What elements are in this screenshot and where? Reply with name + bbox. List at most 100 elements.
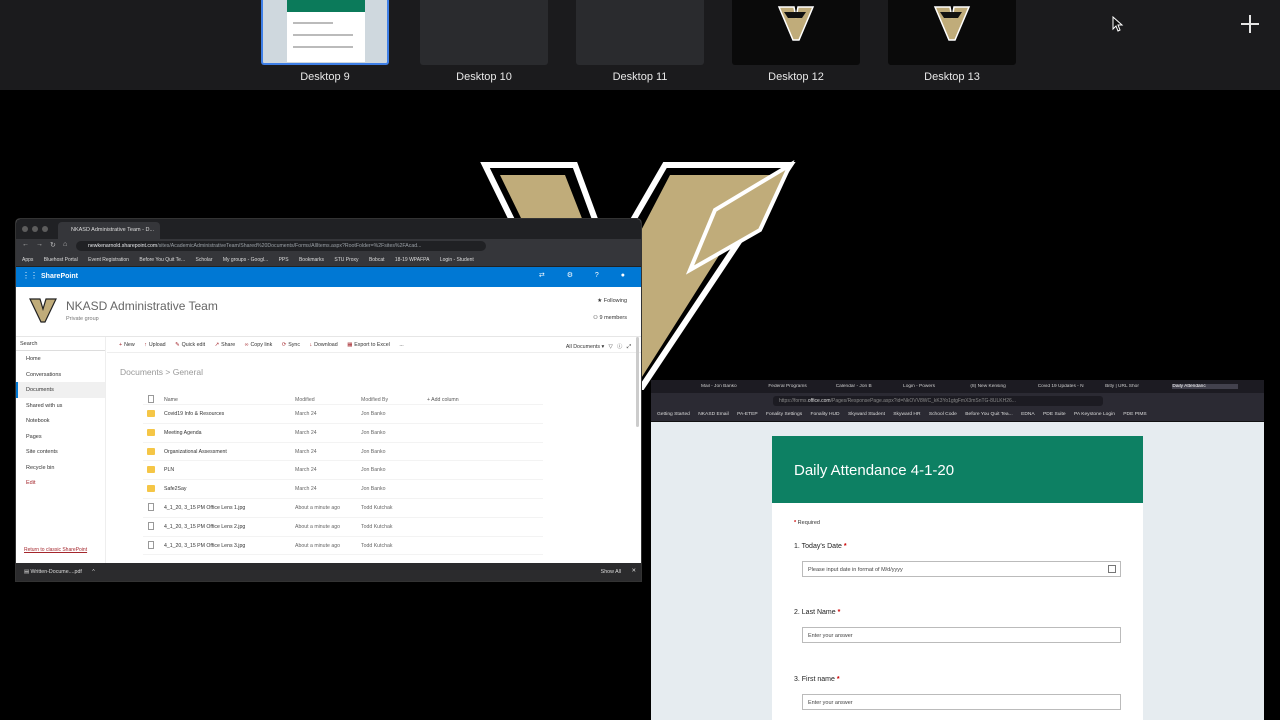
desktop-9-space[interactable]: Desktop 9	[261, 0, 389, 83]
bookmark-item[interactable]: School Code	[929, 412, 957, 417]
desktop-11-thumbnail[interactable]	[576, 0, 704, 65]
nav-item-notebook[interactable]: Notebook	[16, 413, 105, 429]
nav-item-recycle-bin[interactable]: Recycle bin	[16, 460, 105, 476]
item-name[interactable]: PLN	[164, 467, 174, 473]
quick-edit-button[interactable]: ✎ Quick edit	[175, 342, 205, 348]
nav-item-conversations[interactable]: Conversations	[16, 367, 105, 383]
suite-bar-actions[interactable]: ⇄ ⚙ ? ●	[539, 271, 635, 279]
desktop-13-space[interactable]: Desktop 13	[888, 0, 1016, 83]
new-button[interactable]: + New	[119, 342, 135, 348]
bookmark-item[interactable]: Event Registration	[88, 257, 129, 263]
bookmark-item[interactable]: PA-ETEP	[737, 412, 758, 417]
reload-icon[interactable]: ↻	[50, 241, 56, 249]
first-name-input[interactable]: Enter your answer	[802, 694, 1121, 710]
browser-tab[interactable]: Mail - Jon Banko	[701, 384, 767, 389]
members-button[interactable]: ⚇ 9 members	[593, 315, 627, 321]
table-row[interactable]: Covid19 Info & Resources March 24 Jon Ba…	[143, 405, 543, 424]
date-input[interactable]: Please input date in format of M/d/yyyy	[802, 561, 1121, 577]
bookmark-item[interactable]: Fonality HUD	[811, 412, 840, 417]
return-to-classic-link[interactable]: Return to classic SharePoint	[24, 547, 87, 553]
browser-tab[interactable]: Calendar - Jon B	[836, 384, 902, 389]
desktop-10-thumbnail[interactable]	[420, 0, 548, 65]
last-name-input[interactable]: Enter your answer	[802, 627, 1121, 643]
desktop-9-thumbnail[interactable]	[261, 0, 389, 65]
bookmark-item[interactable]: 18-19 WPAFPA	[395, 257, 430, 263]
browser-tab[interactable]: Federal Programs	[768, 384, 834, 389]
column-modified-by[interactable]: Modified By	[361, 397, 388, 403]
bookmark-item[interactable]: Bluehost Portal	[44, 257, 78, 263]
export-excel-button[interactable]: ▦ Export to Excel	[347, 342, 390, 348]
column-modified[interactable]: Modified	[295, 397, 315, 403]
item-name[interactable]: Organizational Assessment	[164, 449, 227, 455]
bookmark-item[interactable]: Skyward Student	[848, 412, 885, 417]
sharepoint-brand[interactable]: SharePoint	[41, 273, 78, 280]
bookmark-item[interactable]: Apps	[22, 257, 33, 263]
nav-item-pages[interactable]: Pages	[16, 429, 105, 445]
nav-item-shared-with-us[interactable]: Shared with us	[16, 398, 105, 414]
bookmark-item[interactable]: Before You Quit Te...	[139, 257, 185, 263]
table-row[interactable]: Organizational Assessment March 24 Jon B…	[143, 443, 543, 462]
item-name[interactable]: 4_1_20, 3_15 PM Office Lens 2.jpg	[164, 524, 245, 530]
table-row[interactable]: 4_1_20, 3_15 PM Office Lens 1.jpg About …	[143, 499, 543, 518]
browser-tab-active[interactable]: Daily Attendanc	[1172, 384, 1239, 389]
share-button[interactable]: ↗ Share	[215, 342, 236, 348]
bookmark-item[interactable]: PPS	[279, 257, 289, 263]
item-name[interactable]: Meeting Agenda	[164, 430, 202, 436]
bookmark-item[interactable]: Skyward HR	[893, 412, 920, 417]
browser-tab[interactable]: (8) New Kensing	[970, 384, 1036, 389]
search-box[interactable]: Search	[16, 337, 105, 351]
view-selector[interactable]: All Documents ▾ ▽ ⓘ ⤢	[566, 342, 631, 351]
back-arrow-icon[interactable]: ←	[22, 241, 29, 248]
minimize-window-button[interactable]	[32, 226, 38, 232]
bookmark-item[interactable]: NKASD Email	[698, 412, 728, 417]
address-bar[interactable]: https://forms.office.com/Pages/ResponseP…	[773, 396, 1103, 406]
bookmark-item[interactable]: STU Proxy	[334, 257, 358, 263]
table-row[interactable]: PLN March 24 Jon Banko	[143, 461, 543, 481]
item-name[interactable]: Safe2Say	[164, 486, 187, 492]
app-launcher-icon[interactable]: ⋮⋮	[22, 272, 38, 280]
column-name[interactable]: Name	[164, 397, 178, 403]
site-title[interactable]: NKASD Administrative Team	[66, 299, 218, 313]
add-column-button[interactable]: + Add column	[427, 397, 459, 403]
upload-button[interactable]: ↑ Upload	[144, 342, 165, 348]
bookmark-item[interactable]: PA Keystone Login	[1074, 412, 1115, 417]
more-commands-button[interactable]: ...	[399, 342, 403, 348]
browser-tab[interactable]: Login - Powers	[903, 384, 969, 389]
bookmark-item[interactable]: Scholar	[196, 257, 213, 263]
table-row[interactable]: Safe2Say March 24 Jon Banko	[143, 480, 543, 499]
desktop-13-thumbnail[interactable]	[888, 0, 1016, 65]
forward-arrow-icon[interactable]: →	[36, 241, 43, 248]
bookmark-item[interactable]: EDNA	[1021, 412, 1035, 417]
bookmark-item[interactable]: Before You Quit Tea...	[965, 412, 1013, 417]
breadcrumb-documents[interactable]: Documents	[120, 367, 163, 377]
sharepoint-browser-window[interactable]: NKASD Administrative Team - D... ← → ↻ ⌂…	[16, 219, 641, 581]
bookmark-item[interactable]: Fonality Settings	[766, 412, 802, 417]
browser-tab[interactable]: Covid 19 Updates - N	[1038, 384, 1104, 389]
copy-link-button[interactable]: ∞ Copy link	[245, 342, 273, 348]
downloaded-file[interactable]: ▤ Written-Docume....pdf ^	[24, 569, 95, 575]
desktop-10-space[interactable]: Desktop 10	[420, 0, 548, 83]
desktop-11-space[interactable]: Desktop 11	[576, 0, 704, 83]
bookmark-item[interactable]: Getting Started	[657, 412, 690, 417]
close-window-button[interactable]	[22, 226, 28, 232]
item-name[interactable]: 4_1_20, 3_15 PM Office Lens 3.jpg	[164, 543, 245, 549]
item-name[interactable]: 4_1_20, 3_15 PM Office Lens 1.jpg	[164, 505, 245, 511]
bookmark-item[interactable]: PDE PIMS	[1123, 412, 1146, 417]
nav-item-site-contents[interactable]: Site contents	[16, 444, 105, 460]
download-button[interactable]: ↓ Download	[309, 342, 337, 348]
calendar-icon[interactable]	[1108, 565, 1116, 573]
add-desktop-plus-icon[interactable]	[1240, 14, 1260, 34]
vertical-scrollbar[interactable]	[1261, 422, 1264, 720]
bookmark-item[interactable]: Bookmarks	[299, 257, 324, 263]
nav-item-documents[interactable]: Documents	[16, 382, 105, 398]
nav-edit-link[interactable]: Edit	[16, 475, 105, 491]
nav-item-home[interactable]: Home	[16, 351, 105, 367]
following-button[interactable]: ★ Following	[597, 298, 627, 304]
address-bar[interactable]: newkenarnold.sharepoint.com/sites/Academ…	[76, 241, 486, 251]
bookmark-item[interactable]: Bobcat	[369, 257, 385, 263]
maximize-window-button[interactable]	[42, 226, 48, 232]
bookmark-item[interactable]: Login - Student	[440, 257, 474, 263]
home-icon[interactable]: ⌂	[63, 241, 67, 248]
browser-tab[interactable]: Bitly | URL Shor	[1105, 384, 1171, 389]
table-row[interactable]: 4_1_20, 3_15 PM Office Lens 3.jpg About …	[143, 537, 543, 556]
